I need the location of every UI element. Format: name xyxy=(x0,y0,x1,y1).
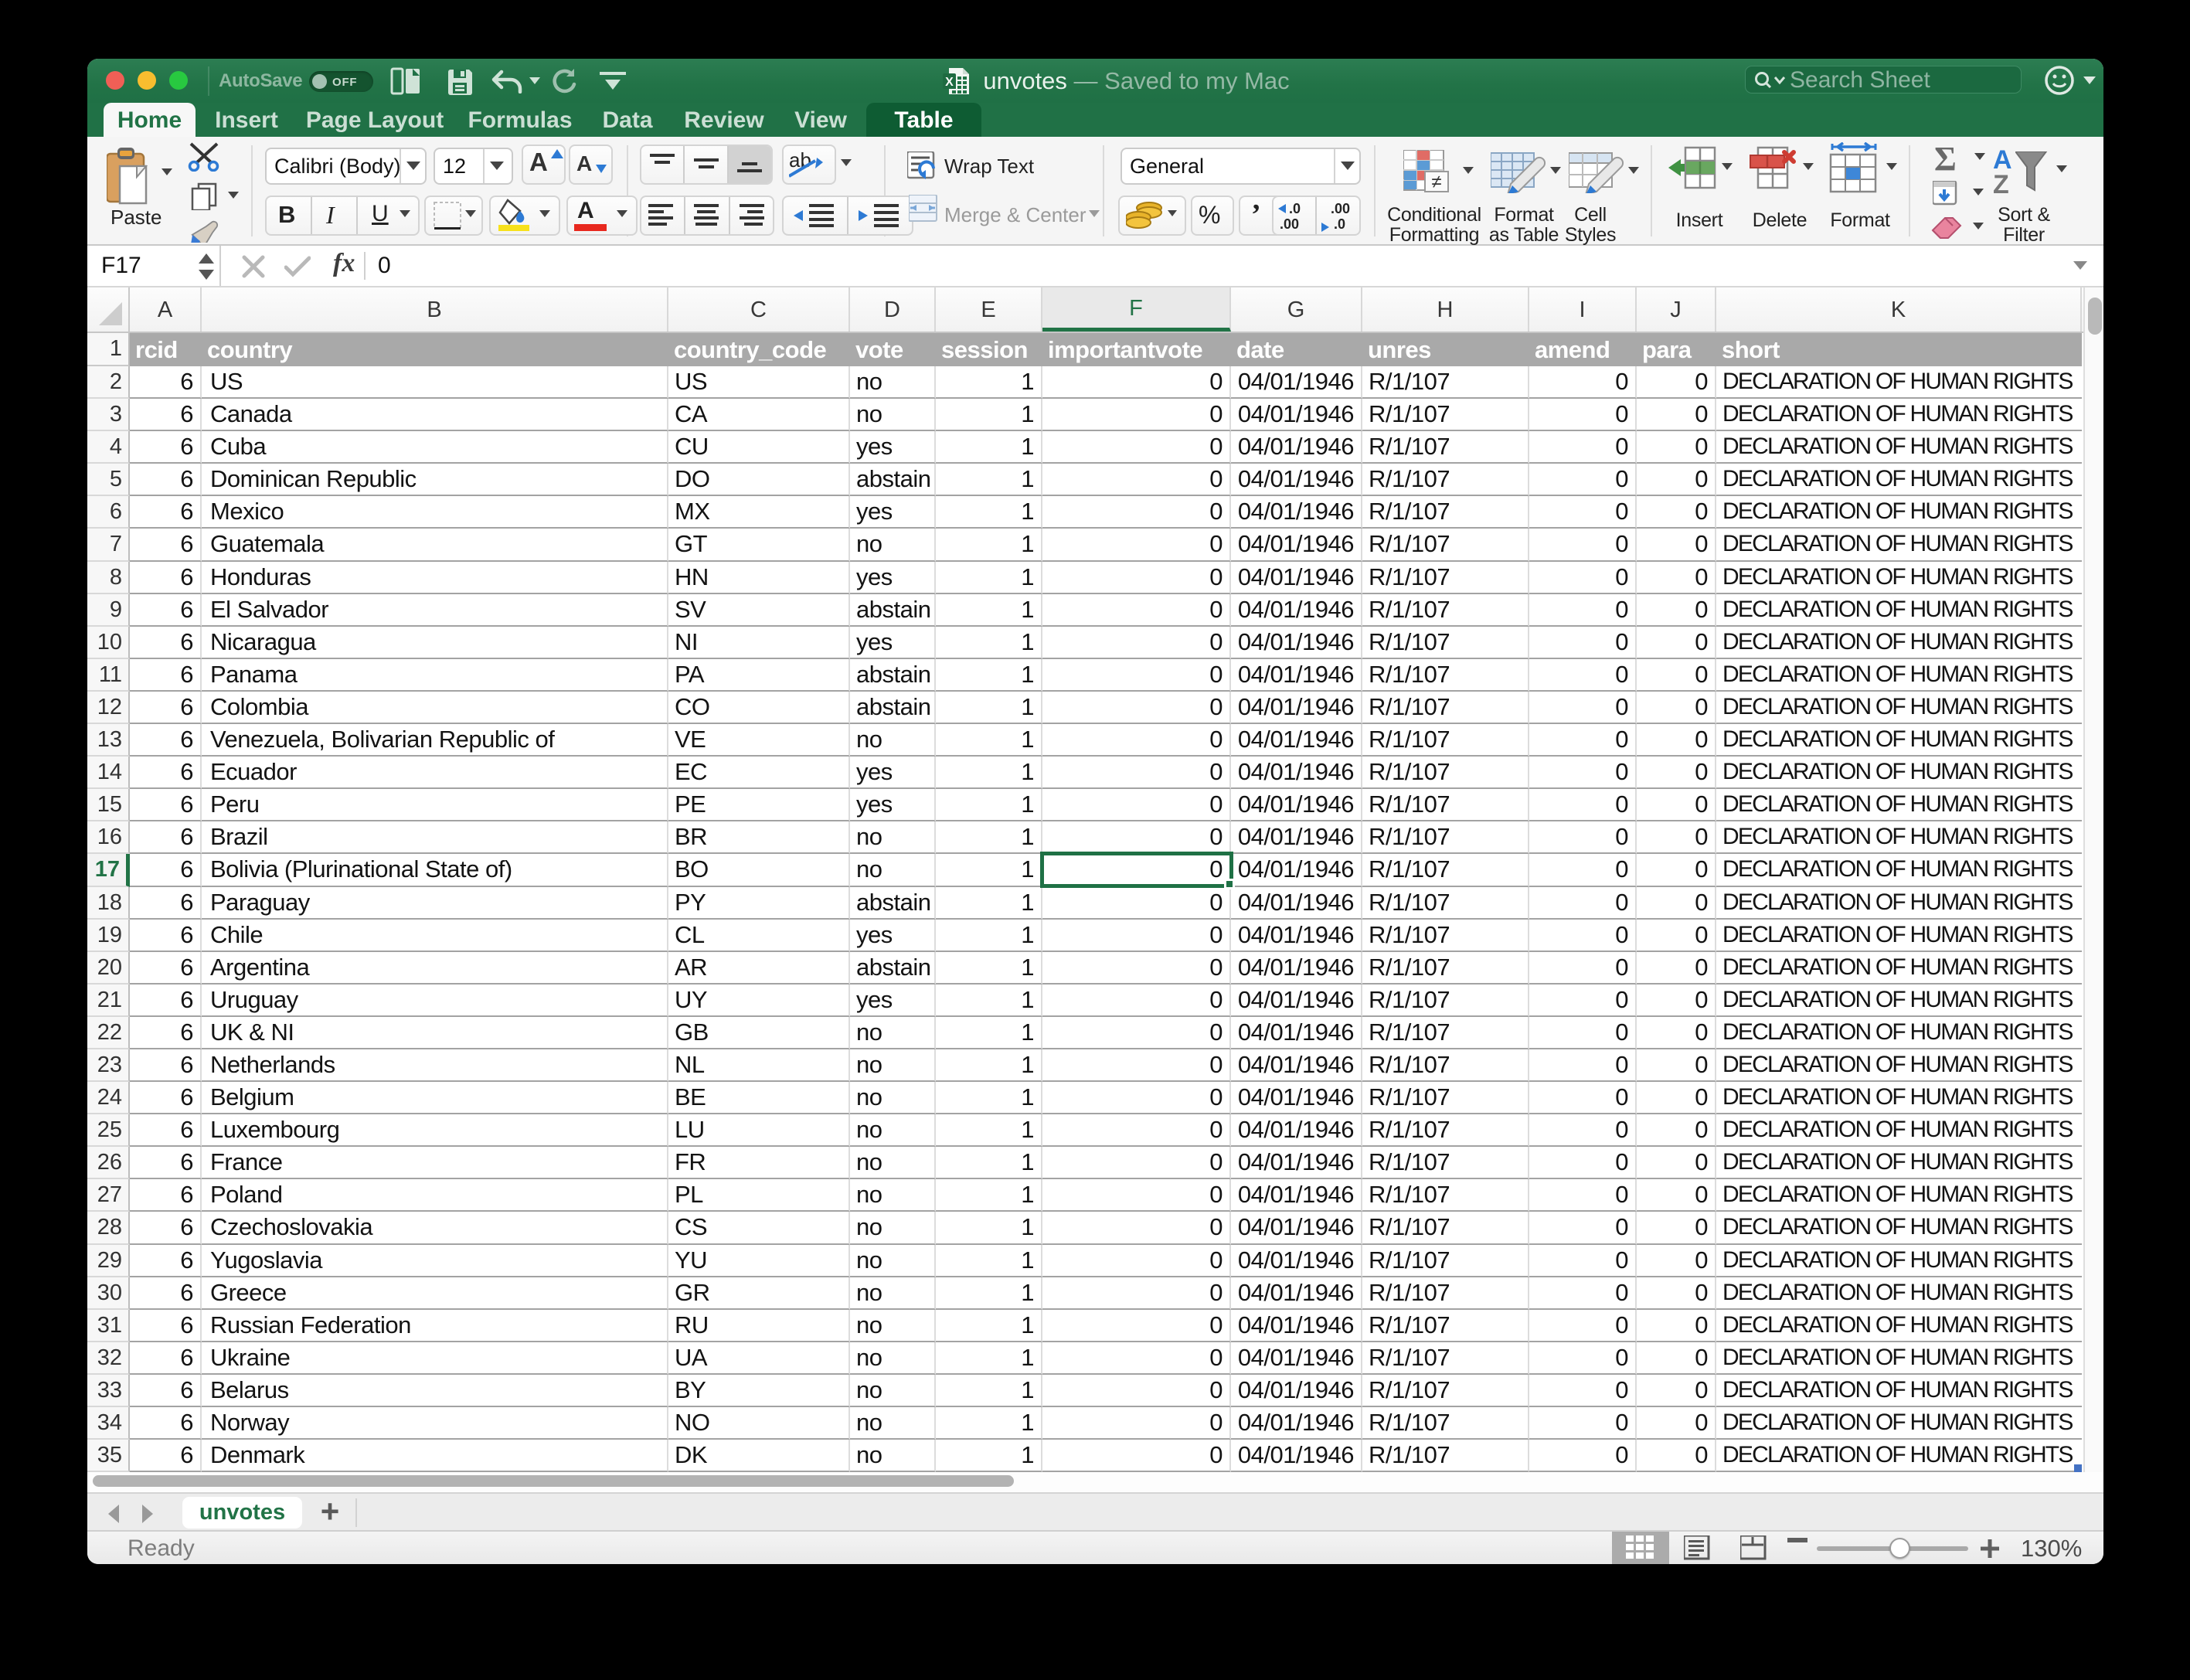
svg-text:.00: .00 xyxy=(1280,216,1299,232)
svg-text:.0: .0 xyxy=(1334,216,1345,232)
svg-text:.00: .00 xyxy=(1331,201,1350,216)
svg-text:.0: .0 xyxy=(1289,201,1301,216)
svg-text:X: X xyxy=(945,76,954,89)
svg-text:≠: ≠ xyxy=(1431,172,1441,192)
